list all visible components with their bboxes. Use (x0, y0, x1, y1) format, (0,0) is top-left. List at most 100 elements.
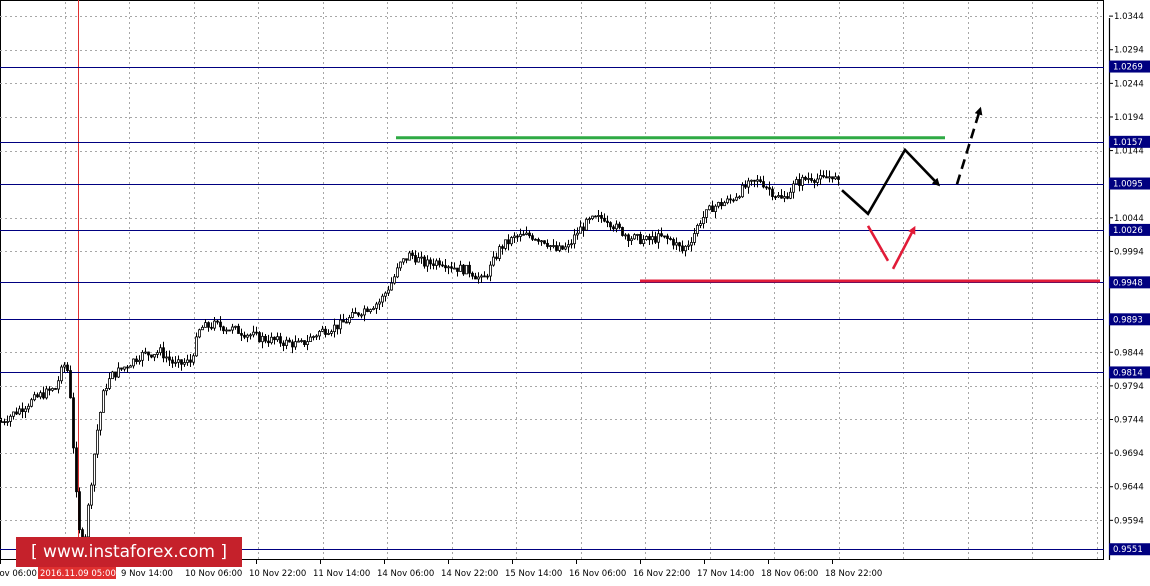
candle-body (822, 175, 825, 178)
price-tick-label: 1.0194 (1114, 113, 1144, 123)
candle-body (576, 232, 579, 236)
candle-body (375, 303, 378, 309)
candle-body (30, 399, 33, 407)
price-tick-label: 1.0344 (1114, 12, 1144, 22)
candle-body (642, 239, 645, 245)
candle-body (207, 322, 210, 328)
candle-body (744, 184, 747, 188)
candle-body (546, 242, 549, 247)
candle-body (339, 319, 342, 330)
candle-body (519, 233, 522, 237)
candle-body (99, 411, 102, 431)
candle-body (564, 246, 567, 250)
candle-body (114, 371, 117, 378)
candle-body (669, 238, 672, 240)
crosshair-time-label: 2016.11.09 05:00 (40, 569, 116, 579)
candle-body (510, 237, 513, 245)
candle-body (738, 196, 741, 199)
candle-body (537, 239, 540, 242)
candle-body (447, 266, 450, 269)
candle-body (735, 196, 738, 201)
candle-body (408, 252, 411, 261)
candle-body (156, 352, 159, 355)
candle-body (588, 218, 591, 221)
candle-body (393, 276, 396, 284)
candle-body (42, 392, 45, 399)
candle-body (615, 223, 618, 230)
candle-body (270, 336, 273, 344)
candle-body (528, 232, 531, 237)
candle-body (816, 178, 819, 183)
candle-body (36, 394, 39, 398)
candle-body (186, 359, 189, 363)
price-tick-label: 0.9594 (1114, 516, 1144, 526)
price-chart[interactable]: 1.0344 1.0294 1.0244 1.0194 1.0144 1.0044 0.99… (0, 0, 1150, 586)
candle-body (204, 322, 207, 328)
candle-body (477, 276, 480, 280)
chart-window: 1.0344 1.0294 1.0244 1.0194 1.0144 1.0044 0.99… (0, 0, 1150, 586)
candle-body (651, 236, 654, 241)
candle-body (486, 275, 489, 278)
candle-body (381, 295, 384, 303)
candle-body (777, 195, 780, 198)
time-tick-label: 16 Nov 22:00 (633, 569, 690, 579)
candle-body (765, 186, 768, 189)
candle-body (606, 220, 609, 223)
candle-body (51, 388, 54, 391)
candle-body (87, 504, 90, 538)
candle-body (390, 282, 393, 291)
candle-body (441, 264, 444, 267)
candle-body (0, 421, 3, 423)
candle-body (210, 326, 213, 329)
candle-body (480, 275, 483, 278)
candle-body (27, 405, 30, 410)
candle-body (663, 235, 666, 238)
candle-body (93, 453, 96, 486)
candle-body (810, 177, 813, 181)
candle-body (117, 367, 120, 378)
candle-body (549, 245, 552, 248)
candle-body (612, 226, 615, 230)
candle-body (819, 175, 822, 180)
candle-body (267, 340, 270, 344)
candle-body (147, 351, 150, 356)
candle-body (540, 240, 543, 243)
candle-body (558, 245, 561, 251)
candle-body (63, 364, 66, 368)
candle-body (216, 320, 219, 323)
candle-body (336, 324, 339, 330)
candle-body (543, 240, 546, 244)
candle-body (501, 246, 504, 249)
candle-body (495, 256, 498, 259)
candle-body (660, 233, 663, 237)
candle-body (753, 179, 756, 182)
candle-body (771, 188, 774, 197)
candle-body (108, 378, 111, 389)
candle-body (732, 199, 735, 202)
price-tick-label: 0.9694 (1114, 449, 1144, 459)
candle-body (429, 259, 432, 265)
candle-body (252, 331, 255, 336)
candle-body (90, 484, 93, 506)
candle-body (177, 359, 180, 363)
candle-body (171, 359, 174, 364)
candle-body (525, 232, 528, 235)
candle-body (144, 351, 147, 354)
candle-body (378, 301, 381, 305)
candle-body (129, 365, 132, 368)
candle-body (366, 308, 369, 312)
candle-body (57, 380, 60, 390)
candle-body (399, 261, 402, 269)
candle-body (105, 388, 108, 392)
candle-body (807, 177, 810, 180)
candle-body (132, 358, 135, 367)
candle-body (774, 196, 777, 198)
candle-body (24, 408, 27, 413)
time-tick-label: 18 Nov 22:00 (825, 569, 882, 579)
price-tick-label: 0.9844 (1114, 348, 1144, 358)
candle-body (438, 260, 441, 266)
time-tick-label: 18 Nov 06:00 (761, 569, 818, 579)
candle-body (750, 179, 753, 182)
candle-body (354, 312, 357, 314)
candle-body (600, 215, 603, 219)
